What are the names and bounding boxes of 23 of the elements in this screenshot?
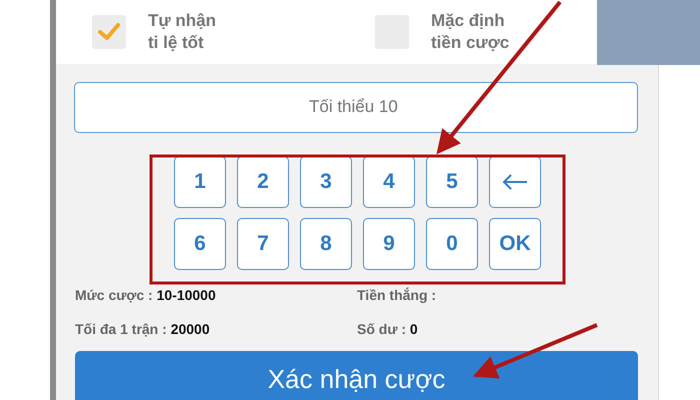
keypad-key[interactable]: 3 — [300, 156, 352, 208]
info-text: Số dư : 0 — [357, 320, 418, 337]
left-arrow-icon — [501, 172, 529, 191]
amount-field[interactable]: Tối thiểu 10 — [75, 82, 637, 133]
info-text: Tối đa 1 trận : 20000 — [75, 320, 210, 337]
keypad-key[interactable]: 2 — [237, 156, 289, 208]
keypad-key[interactable]: 0 — [426, 218, 478, 270]
info-text: Mức cược : 10-10000 — [75, 286, 216, 303]
keypad-key[interactable]: 7 — [237, 218, 289, 270]
keypad-key[interactable]: 4 — [363, 156, 415, 208]
confirm-button[interactable]: Xác nhận cược — [75, 350, 638, 400]
keypad-key[interactable]: 8 — [300, 218, 352, 270]
keypad-key[interactable]: 9 — [363, 218, 415, 270]
option-label: Mặc định tiền cược — [431, 10, 510, 54]
keypad-key[interactable]: 1 — [174, 156, 226, 208]
keypad-key[interactable]: 6 — [174, 218, 226, 270]
backspace-key[interactable] — [489, 156, 541, 208]
check-icon — [97, 22, 121, 42]
keypad-key[interactable]: 5 — [426, 156, 478, 208]
keypad-key[interactable]: OK — [489, 218, 541, 270]
option-label: Tự nhận ti lệ tốt — [148, 10, 216, 54]
checkbox[interactable] — [92, 14, 126, 49]
info-text: Tiền thắng : — [357, 286, 436, 303]
